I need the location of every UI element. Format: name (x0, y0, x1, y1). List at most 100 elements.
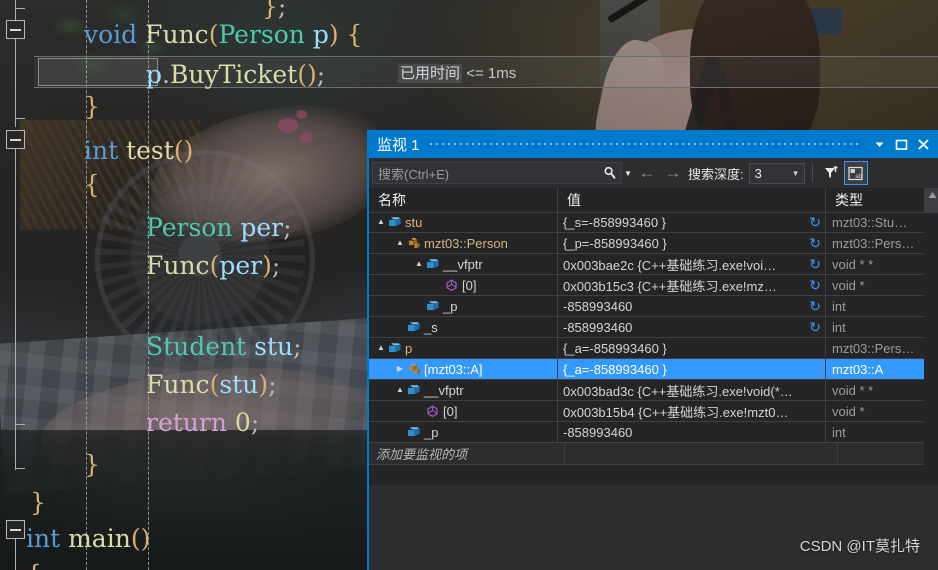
row-name: __vfptr (424, 382, 464, 398)
code-line: Student stu; (146, 334, 302, 359)
field-cube-icon (425, 258, 440, 270)
watch-window[interactable]: 监视 1 搜索(Ctrl+E) ▼ ← → 搜索深度: 3 ▼ ab 名称 值 … (367, 130, 938, 570)
row-type-cell: int (832, 424, 846, 440)
row-value: 0x003b15c3 {C++基础练习.exe!mz… (563, 278, 777, 294)
collapse-chevron-down-icon[interactable]: ▲ (375, 218, 387, 226)
field-cube-icon (387, 216, 402, 228)
expand-chevron-right-icon[interactable]: ▶ (394, 365, 406, 373)
search-depth-select[interactable]: 3 ▼ (748, 162, 805, 184)
row-name-cell[interactable]: ▲ mzt03::Person (369, 233, 557, 253)
table-row[interactable]: _p -858993460 ↻ int (369, 295, 924, 317)
row-name-cell[interactable]: _p (369, 296, 557, 316)
refresh-icon[interactable]: ↻ (809, 276, 821, 294)
refresh-icon[interactable]: ↻ (809, 255, 821, 273)
table-row[interactable]: ▲ __vfptr 0x003bad3c {C++基础练习.exe!void(*… v… (369, 379, 924, 401)
row-name: p (405, 340, 413, 356)
row-name-cell[interactable]: ▶ [mzt03::A] (369, 359, 557, 379)
watch-rows[interactable]: ▲ stu {_s=-858993460 } ↻ mzt03::Stu… ▲ mzt03::… (369, 211, 924, 465)
row-value-cell[interactable]: -858993460 ↻ (558, 317, 825, 337)
code-token: Person (218, 20, 305, 49)
row-name-cell[interactable]: _s (369, 317, 557, 337)
refresh-icon[interactable]: ↻ (809, 318, 821, 336)
field-cube-icon (406, 321, 421, 333)
table-row[interactable]: ▲ mzt03::Person {_p=-858993460 } ↻ mzt03::Pe… (369, 232, 924, 254)
collapse-chevron-down-icon[interactable]: ▲ (413, 260, 425, 268)
row-value: -858993460 (563, 319, 633, 335)
field-cube-icon (406, 384, 421, 396)
code-line: } (84, 94, 100, 119)
row-value-cell[interactable]: {_p=-858993460 } ↻ (558, 233, 825, 253)
search-options-chevron-down-icon[interactable]: ▼ (622, 169, 634, 178)
row-name-cell[interactable]: ▲ __vfptr (369, 380, 557, 400)
window-dropdown-button[interactable] (868, 132, 890, 156)
code-token: ) (258, 370, 269, 399)
column-header-type[interactable]: 类型 (826, 188, 924, 212)
row-name: [0] (443, 403, 458, 419)
nav-forward-arrow-icon[interactable]: → (660, 161, 686, 185)
refresh-icon[interactable]: ↻ (809, 297, 821, 315)
refresh-icon[interactable]: ↻ (809, 234, 821, 252)
row-value-cell[interactable]: 0x003b15c3 {C++基础练习.exe!mz… ↻ (558, 275, 825, 295)
grid-empty-area[interactable] (369, 485, 938, 570)
table-row[interactable]: ▲ stu {_s=-858993460 } ↻ mzt03::Stu… (369, 211, 924, 233)
vertical-scrollbar[interactable] (924, 188, 938, 212)
watch-toolbar[interactable]: 搜索(Ctrl+E) ▼ ← → 搜索深度: 3 ▼ ab (369, 158, 938, 189)
row-name-cell[interactable]: [0] (369, 401, 557, 421)
column-header-value[interactable]: 值 (558, 188, 825, 212)
code-token: per (219, 251, 263, 280)
table-row[interactable]: ▲ p {_a=-858993460 } mzt03::Pers… (369, 337, 924, 359)
code-token: ; (316, 60, 326, 89)
refresh-icon[interactable]: ↻ (809, 213, 821, 231)
row-value-cell[interactable]: 0x003b15b4 {C++基础练习.exe!mzt0… (558, 401, 825, 421)
titlebar-drag-handle[interactable] (427, 130, 860, 158)
row-value-cell[interactable]: {_a=-858993460 } (558, 359, 825, 379)
add-watch-row[interactable]: 添加要监视的项 (369, 443, 924, 465)
table-row[interactable]: ▲ __vfptr 0x003bae2c {C++基础练习.exe!voi… ↻ voi… (369, 253, 924, 275)
svg-text:ab: ab (855, 174, 862, 180)
table-row[interactable]: [0] 0x003b15c3 {C++基础练习.exe!mz… ↻ void * (369, 274, 924, 296)
chevron-down-icon[interactable]: ▼ (788, 169, 804, 178)
row-type-cell: mzt03::Stu… (832, 214, 908, 230)
nav-back-arrow-icon[interactable]: ← (634, 161, 660, 185)
row-name-cell[interactable]: [0] (369, 275, 557, 295)
pin-filter-icon[interactable] (820, 161, 844, 185)
row-value-cell[interactable]: {_s=-858993460 } ↻ (558, 212, 825, 232)
code-token: ; (271, 251, 281, 280)
collapse-chevron-down-icon[interactable]: ▲ (394, 386, 406, 394)
hex-display-icon[interactable]: ab (843, 161, 868, 185)
table-row[interactable]: [0] 0x003b15b4 {C++基础练习.exe!mzt0… void * (369, 400, 924, 422)
watch-titlebar[interactable]: 监视 1 (369, 130, 938, 158)
row-name: mzt03::Person (424, 235, 508, 251)
column-header-name[interactable]: 名称 (369, 188, 557, 212)
code-token: } (84, 450, 100, 479)
row-value-cell[interactable]: -858993460 (558, 422, 825, 442)
search-depth-label: 搜索深度: (688, 166, 744, 182)
table-row[interactable]: _p -858993460 int (369, 421, 924, 443)
row-name-cell[interactable]: ▲ __vfptr (369, 254, 557, 274)
row-value-cell[interactable]: 0x003bad3c {C++基础练习.exe!void(*… (558, 380, 825, 400)
table-row[interactable]: _s -858993460 ↻ int (369, 316, 924, 338)
collapse-chevron-down-icon[interactable]: ▲ (375, 344, 387, 352)
code-line: Func(per); (146, 253, 280, 278)
collapse-chevron-down-icon[interactable]: ▲ (394, 239, 406, 247)
search-input[interactable]: 搜索(Ctrl+E) (372, 162, 622, 184)
maximize-button[interactable] (890, 132, 912, 156)
code-token: { (338, 20, 363, 49)
close-button[interactable] (912, 132, 934, 156)
table-row[interactable]: ▶ [mzt03::A] {_a=-858993460 } mzt03::A (369, 358, 924, 380)
row-value-cell[interactable]: 0x003bae2c {C++基础练习.exe!voi… ↻ (558, 254, 825, 274)
code-line: int main() (26, 526, 150, 551)
row-name: [mzt03::A] (424, 361, 483, 377)
code-token: ( (130, 524, 141, 553)
row-name-cell[interactable]: ▲ stu (369, 212, 557, 232)
row-name-cell[interactable]: _p (369, 422, 557, 442)
magnifier-icon[interactable] (599, 166, 621, 180)
row-value-cell[interactable]: {_a=-858993460 } (558, 338, 825, 358)
code-line: p.BuyTicket(); (146, 62, 325, 87)
code-token: ( (173, 136, 184, 165)
row-type-cell: void * (832, 277, 865, 293)
row-name-cell[interactable]: ▲ p (369, 338, 557, 358)
watch-grid[interactable]: 名称 值 类型 ▲ stu {_s=-858993460 } ↻ mzt03::Stu…… (369, 188, 938, 570)
row-value-cell[interactable]: -858993460 ↻ (558, 296, 825, 316)
row-value: {_a=-858993460 } (563, 340, 667, 356)
